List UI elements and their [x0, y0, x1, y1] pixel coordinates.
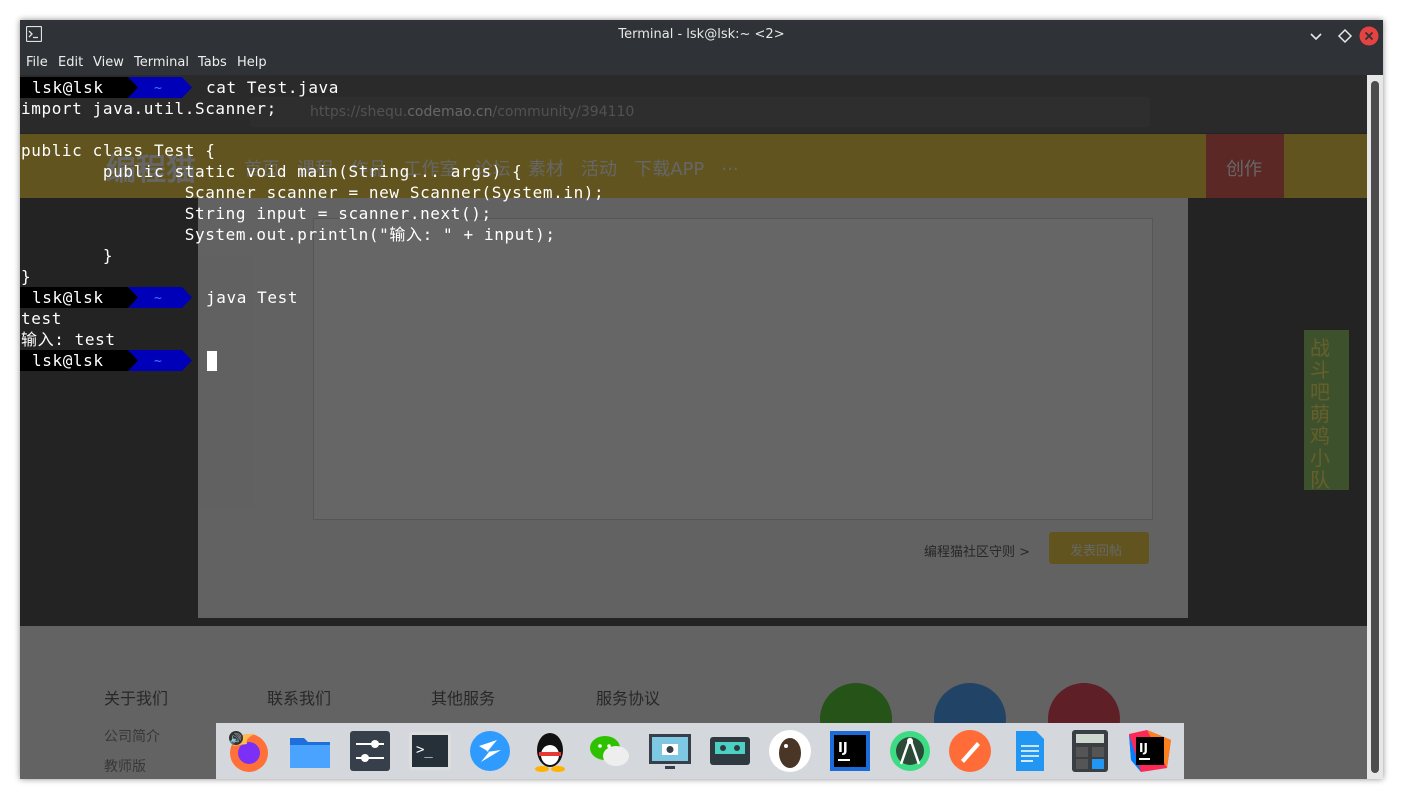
code-line-6: String input = scanner.next();: [21, 204, 492, 223]
svg-text:>_: >_: [416, 742, 433, 758]
code-line-4: public static void main(String... args) …: [21, 162, 523, 181]
wechat-icon[interactable]: [587, 728, 633, 774]
dock: 🔊 >_ IJ IJ: [216, 723, 1184, 779]
minimize-chevron-icon[interactable]: [1306, 26, 1326, 46]
qq-icon[interactable]: [527, 728, 573, 774]
calculator-icon[interactable]: [1067, 728, 1113, 774]
prompt-1: lsk@lsk ~ cat Test.java: [20, 77, 338, 98]
text-editor-icon[interactable]: [1007, 728, 1053, 774]
window-title: Terminal - lsk@lsk:~ <2>: [618, 27, 785, 42]
menu-file[interactable]: File: [26, 55, 48, 70]
terminal-content[interactable]: https://shequ.codemao.cn/community/39411…: [20, 75, 1367, 779]
prompt-dir-segment: ~: [128, 77, 192, 98]
terminal-output[interactable]: lsk@lsk ~ cat Test.java import java.util…: [20, 75, 1367, 779]
command-cat: cat Test.java: [206, 78, 340, 97]
settings-icon[interactable]: [347, 728, 393, 774]
prompt-dir: ~: [154, 354, 162, 369]
dbeaver-icon[interactable]: [767, 728, 813, 774]
prompt-2: lsk@lsk ~ java Test: [20, 287, 320, 308]
prompt-dir: ~: [154, 81, 162, 96]
prompt-user: lsk@lsk: [20, 350, 128, 371]
prompt-dir-segment: ~: [128, 287, 192, 308]
prompt-user: lsk@lsk: [20, 287, 128, 308]
terminal-scrollbar[interactable]: [1367, 75, 1383, 779]
code-line-10: }: [21, 267, 32, 286]
menu-edit[interactable]: Edit: [58, 55, 83, 70]
prompt-user: lsk@lsk: [20, 77, 128, 98]
code-line-5: Scanner scanner = new Scanner(System.in)…: [21, 183, 605, 202]
thunder-icon[interactable]: [467, 728, 513, 774]
intellij-icon[interactable]: IJ: [827, 728, 873, 774]
close-icon[interactable]: [1359, 26, 1379, 46]
prompt-dir-segment: ~: [128, 350, 192, 371]
output-line-2: 输入: test: [21, 330, 116, 349]
firefox-icon[interactable]: 🔊: [225, 728, 271, 774]
terminal-icon[interactable]: >_: [407, 728, 453, 774]
svg-text:IJ: IJ: [1139, 741, 1148, 755]
menu-tabs[interactable]: Tabs: [198, 55, 227, 70]
maximize-diamond-icon[interactable]: [1335, 26, 1355, 46]
output-line-1: test: [21, 309, 62, 328]
title-bar[interactable]: Terminal - lsk@lsk:~ <2>: [20, 20, 1383, 51]
intellij-ultimate-icon[interactable]: IJ: [1127, 728, 1173, 774]
prompt-dir: ~: [154, 291, 162, 306]
code-line-1: import java.util.Scanner;: [21, 99, 277, 118]
command-java: java Test: [206, 288, 299, 307]
terminal-window: Terminal - lsk@lsk:~ <2> File Edit View …: [20, 20, 1383, 779]
menu-terminal[interactable]: Terminal: [134, 55, 189, 70]
svg-text:IJ: IJ: [838, 741, 848, 756]
code-line-3: public class Test {: [21, 141, 216, 160]
menu-view[interactable]: View: [93, 55, 124, 70]
cassette-icon[interactable]: [707, 728, 753, 774]
postman-icon[interactable]: [947, 728, 993, 774]
menu-help[interactable]: Help: [237, 55, 267, 70]
scrollbar-thumb[interactable]: [1371, 81, 1379, 773]
screenshot-icon[interactable]: [647, 728, 693, 774]
prompt-3: lsk@lsk ~: [20, 350, 220, 371]
terminal-cursor: [207, 351, 217, 371]
code-line-9: }: [21, 246, 114, 265]
android-studio-icon[interactable]: [887, 728, 933, 774]
code-line-7: System.out.println("输入: " + input);: [21, 225, 556, 244]
file-manager-icon[interactable]: [287, 728, 333, 774]
menu-bar: File Edit View Terminal Tabs Help: [20, 51, 1383, 75]
svg-text:🔊: 🔊: [230, 732, 242, 745]
